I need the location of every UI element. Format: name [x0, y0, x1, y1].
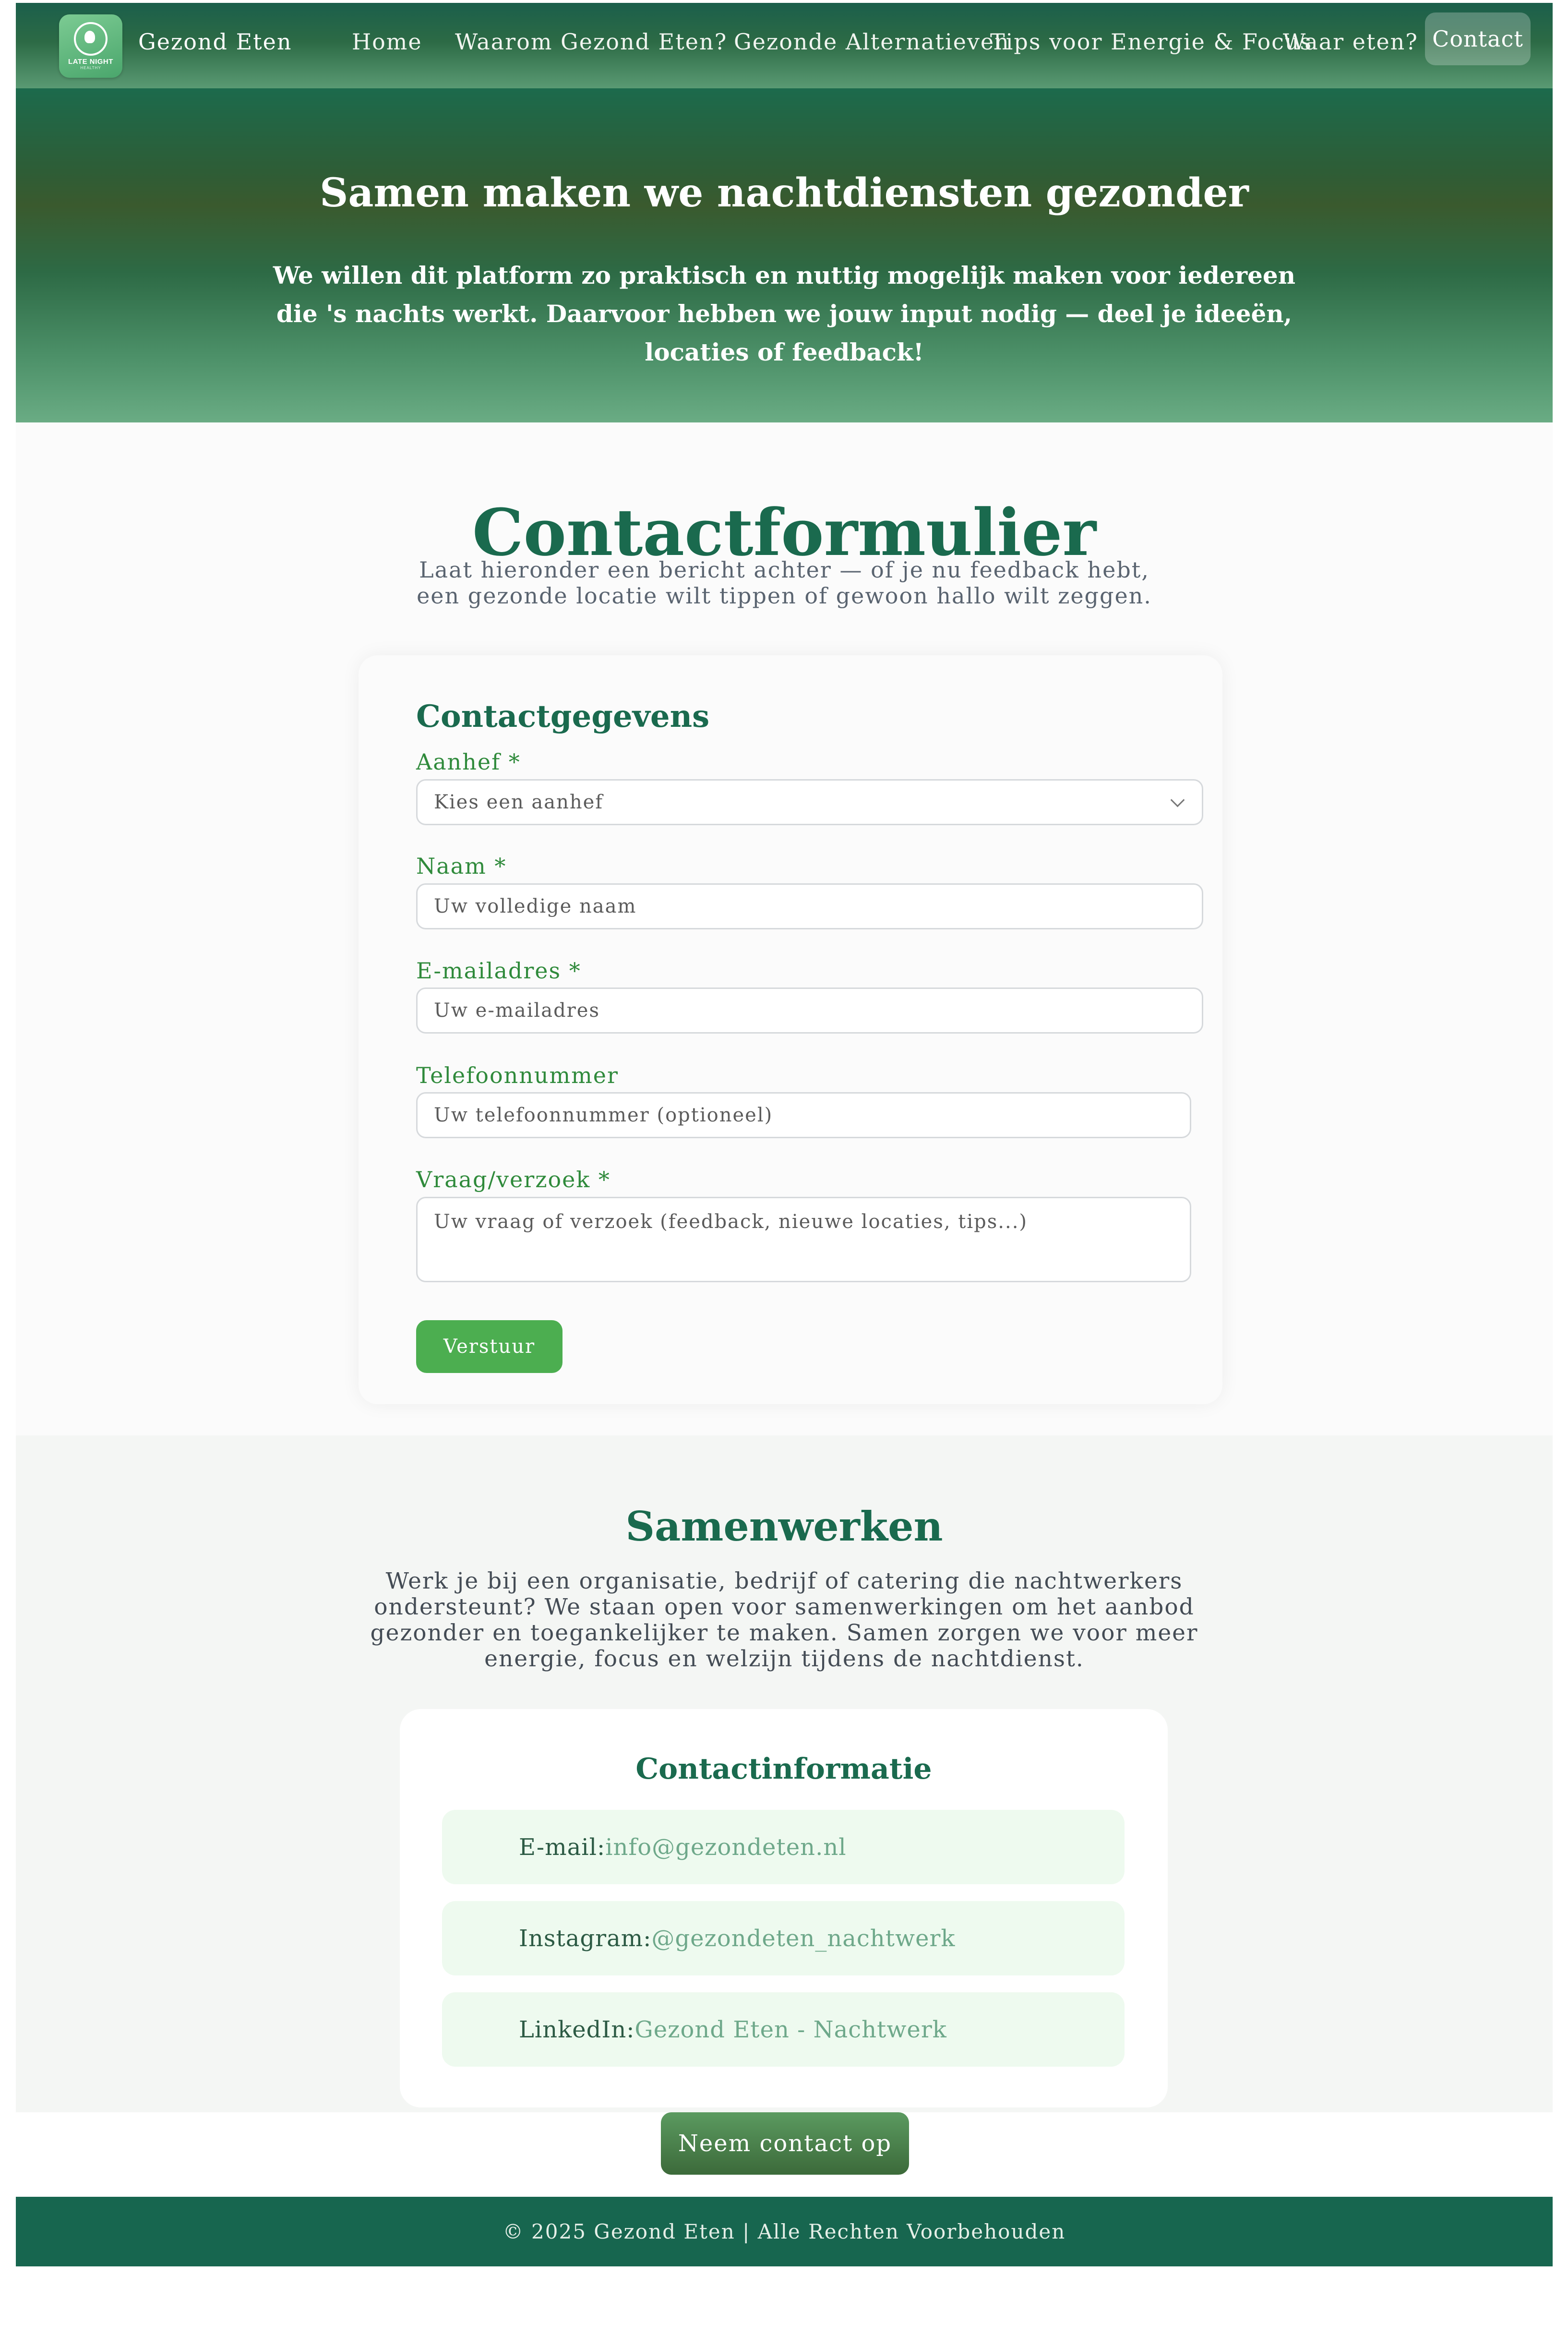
linkedin-info-link[interactable]: Gezond Eten - Nachtwerk — [634, 2016, 946, 2043]
nav-contact-button[interactable]: Contact — [1425, 12, 1531, 65]
submit-button[interactable]: Verstuur — [416, 1320, 563, 1373]
form-heading: Contactgegevens — [416, 698, 710, 735]
contact-row-email: E-mail: info@gezondeten.nl — [442, 1810, 1125, 1884]
footer: © 2025 Gezond Eten | Alle Rechten Voorbe… — [16, 2197, 1553, 2266]
question-textarea[interactable]: Uw vraag of verzoek (feedback, nieuwe lo… — [416, 1197, 1191, 1282]
collaboration-section: Samenwerken Werk je bij een organisatie,… — [16, 1435, 1553, 2112]
instagram-info-link[interactable]: @gezondeten_nachtwerk — [651, 1925, 955, 1952]
page: LATE NIGHT HEALTHY Gezond Eten Home Waar… — [0, 0, 1568, 2348]
nav-link-tips[interactable]: Tips voor Energie & Focus — [990, 29, 1312, 55]
instagram-info-label: Instagram: — [519, 1925, 652, 1952]
logo-mark-icon — [74, 22, 108, 56]
salutation-select[interactable]: Kies een aanhef — [416, 779, 1203, 825]
email-placeholder: Uw e-mailadres — [434, 999, 600, 1022]
contact-intro: Laat hieronder een bericht achter — of j… — [417, 557, 1152, 609]
contact-cta-button[interactable]: Neem contact op — [661, 2112, 909, 2175]
contact-form: Contactgegevens Aanhef * Kies een aanhef… — [359, 655, 1222, 1404]
name-input[interactable]: Uw volledige naam — [416, 883, 1203, 929]
site-logo[interactable]: LATE NIGHT HEALTHY — [59, 14, 122, 78]
hero-title: Samen maken we nachtdiensten gezonder — [320, 170, 1249, 216]
contact-info-card: Contactinformatie E-mail: info@gezondete… — [400, 1709, 1168, 2107]
hero-banner: Samen maken we nachtdiensten gezonder We… — [16, 88, 1553, 422]
phone-input[interactable]: Uw telefoonnummer (optioneel) — [416, 1092, 1191, 1138]
collab-title: Samenwerken — [625, 1503, 943, 1550]
contact-row-linkedin: LinkedIn: Gezond Eten - Nachtwerk — [442, 1992, 1125, 2067]
linkedin-info-label: LinkedIn: — [519, 2016, 635, 2043]
salutation-value: Kies een aanhef — [434, 791, 604, 813]
contact-section: Contactformulier Laat hieronder een beri… — [16, 422, 1553, 1435]
collab-text: Werk je bij een organisatie, bedrijf of … — [370, 1568, 1198, 1672]
chevron-down-icon — [1170, 793, 1185, 807]
contact-row-instagram: Instagram: @gezondeten_nachtwerk — [442, 1901, 1125, 1975]
top-navigation: LATE NIGHT HEALTHY Gezond Eten Home Waar… — [16, 3, 1553, 88]
nav-link-waar-eten[interactable]: Waar eten? — [1283, 29, 1418, 55]
email-info-label: E-mail: — [519, 1833, 606, 1861]
email-label: E-mailadres * — [416, 958, 581, 984]
footer-copyright: © 2025 Gezond Eten | Alle Rechten Voorbe… — [503, 2220, 1066, 2243]
nav-link-home[interactable]: Home — [352, 29, 422, 55]
brand-name[interactable]: Gezond Eten — [138, 29, 292, 55]
logo-subtext: HEALTHY — [80, 66, 101, 70]
email-info-link[interactable]: info@gezondeten.nl — [605, 1834, 846, 1861]
hero-text: We willen dit platform zo praktisch en n… — [273, 261, 1296, 366]
phone-placeholder: Uw telefoonnummer (optioneel) — [434, 1104, 773, 1126]
name-label: Naam * — [416, 853, 507, 879]
name-placeholder: Uw volledige naam — [434, 895, 637, 917]
question-label: Vraag/verzoek * — [416, 1167, 610, 1192]
nav-link-waarom[interactable]: Waarom Gezond Eten? — [455, 29, 727, 55]
email-input[interactable]: Uw e-mailadres — [416, 987, 1203, 1034]
contact-info-title: Contactinformatie — [635, 1752, 932, 1786]
phone-label: Telefoonnummer — [416, 1062, 619, 1088]
question-placeholder: Uw vraag of verzoek (feedback, nieuwe lo… — [434, 1211, 1028, 1233]
salutation-label: Aanhef * — [416, 749, 521, 775]
nav-link-alternatieven[interactable]: Gezonde Alternatieven — [734, 29, 1010, 55]
logo-text: LATE NIGHT — [68, 58, 113, 66]
